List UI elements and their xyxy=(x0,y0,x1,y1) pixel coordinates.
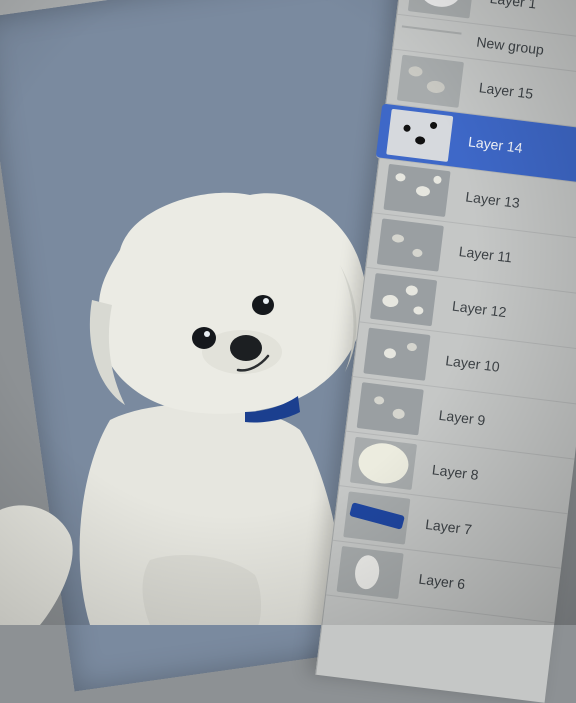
layer-label: Layer 1 xyxy=(489,0,538,12)
nose xyxy=(230,335,262,361)
layer-label: Layer 11 xyxy=(457,243,513,266)
layer-label: Layer 14 xyxy=(467,133,524,156)
layer-label: Layer 10 xyxy=(444,352,501,375)
eye-right-highlight xyxy=(263,298,269,304)
fur-tuft xyxy=(0,505,73,625)
dog-head xyxy=(98,192,366,414)
eye-right xyxy=(252,295,274,315)
layer-label: Layer 12 xyxy=(451,297,508,321)
layer-thumbnail xyxy=(363,327,431,381)
layer-thumbnail xyxy=(386,108,454,162)
layer-thumbnail xyxy=(343,491,411,545)
layer-thumbnail xyxy=(396,54,465,108)
group-label: New group xyxy=(475,33,545,58)
layer-label: Layer 7 xyxy=(424,515,473,538)
layer-thumbnail xyxy=(376,218,444,272)
layer-thumbnail xyxy=(370,273,438,327)
eye-left-highlight xyxy=(204,331,210,337)
layer-thumbnail xyxy=(383,163,451,218)
eye-left xyxy=(192,327,216,349)
layer-thumbnail xyxy=(356,382,424,436)
layer-label: Layer 9 xyxy=(437,406,487,429)
layer-label: Layer 6 xyxy=(417,570,467,593)
layer-thumbnail xyxy=(407,0,475,19)
layer-thumbnail xyxy=(336,545,404,600)
layer-label: Layer 13 xyxy=(464,188,521,211)
layer-thumbnail xyxy=(349,436,418,490)
layer-label: Layer 15 xyxy=(478,79,535,102)
group-divider xyxy=(401,25,462,35)
layer-label: Layer 8 xyxy=(431,461,480,483)
